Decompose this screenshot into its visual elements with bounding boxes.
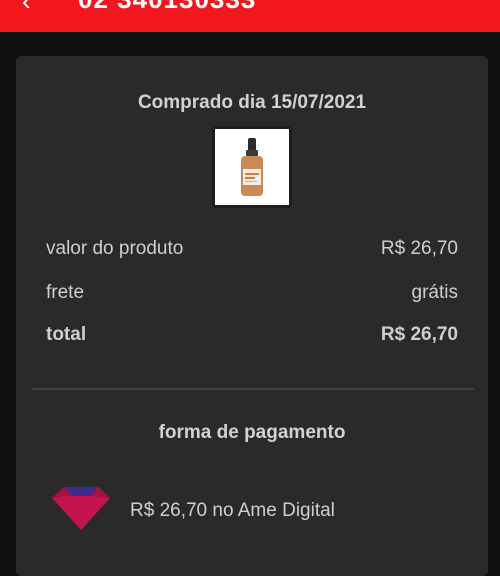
total-row: total R$ 26,70 — [46, 324, 458, 350]
purchase-date: Comprado dia 15/07/2021 — [137, 92, 367, 113]
product-thumbnail[interactable] — [212, 126, 292, 208]
payment-section-title: forma de pagamento — [158, 422, 346, 443]
product-value-label: valor do produto — [46, 238, 184, 259]
product-value-row: valor do produto R$ 26,70 — [46, 238, 458, 264]
total-value: R$ 26,70 — [380, 324, 458, 345]
top-app-bar: ‹ 02 340130333 — [0, 0, 500, 32]
ame-digital-icon — [52, 487, 110, 530]
back-arrow-icon[interactable]: ‹ — [22, 0, 31, 14]
total-label: total — [46, 324, 87, 345]
shipping-row: frete grátis — [46, 282, 458, 308]
shipping-value: grátis — [411, 282, 458, 303]
shipping-label: frete — [46, 282, 85, 303]
product-value: R$ 26,70 — [380, 238, 458, 259]
product-bottle-image — [215, 129, 289, 205]
header-title: 02 340130333 — [78, 0, 256, 12]
order-details-card: Comprado dia 15/07/2021 valor do produto… — [16, 56, 488, 576]
section-divider — [32, 388, 474, 390]
payment-method-text: R$ 26,70 no Ame Digital — [130, 500, 335, 521]
payment-method-row: R$ 26,70 no Ame Digital — [46, 484, 466, 534]
